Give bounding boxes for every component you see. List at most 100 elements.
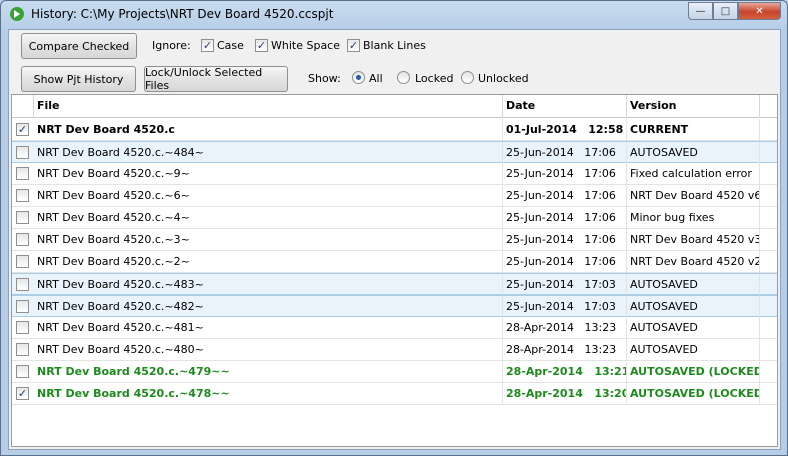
row-date: 28-Apr-2014 13:20 [503,383,627,404]
history-table[interactable]: File Date Version ✓ NRT Dev Board 4520.c 0… [11,94,778,447]
app-icon [10,7,24,21]
row-file: NRT Dev Board 4520.c.~479~~ [34,361,503,382]
row-checkbox[interactable] [16,343,29,356]
table-row[interactable]: NRT Dev Board 4520.c.~483~ 25-Jun-2014 17… [12,273,777,295]
show-all-radio[interactable] [352,71,365,84]
compare-checked-label: Compare Checked [28,39,130,53]
row-file: NRT Dev Board 4520.c [34,119,503,140]
row-date: 28-Apr-2014 13:21 [503,361,627,382]
table-row[interactable]: NRT Dev Board 4520.c.~479~~ 28-Apr-2014 1… [12,361,777,383]
row-date: 25-Jun-2014 17:06 [503,207,627,228]
maximize-icon: □ [720,5,731,17]
row-version: AUTOSAVED [627,317,760,338]
close-icon: ✕ [755,5,764,17]
table-row[interactable]: NRT Dev Board 4520.c.~2~ 25-Jun-2014 17:0… [12,251,777,273]
lock-unlock-button[interactable]: Lock/Unlock Selected Files [144,66,288,92]
header-date[interactable]: Date [503,95,627,118]
maximize-button[interactable]: □ [713,2,738,20]
row-checkbox[interactable]: ✓ [16,387,29,400]
row-checkbox[interactable] [16,321,29,334]
row-version: AUTOSAVED [627,274,760,295]
show-unlocked-label: Unlocked [478,72,529,85]
row-checkbox[interactable] [16,300,29,313]
table-row[interactable]: NRT Dev Board 4520.c.~4~ 25-Jun-2014 17:0… [12,207,777,229]
row-file: NRT Dev Board 4520.c.~484~ [34,142,503,163]
show-all-label: All [369,72,383,85]
header-check-column [12,95,34,118]
table-row[interactable]: NRT Dev Board 4520.c.~480~ 28-Apr-2014 13… [12,339,777,361]
table-row[interactable]: NRT Dev Board 4520.c.~9~ 25-Jun-2014 17:0… [12,163,777,185]
row-file: NRT Dev Board 4520.c.~9~ [34,163,503,184]
table-row[interactable]: NRT Dev Board 4520.c.~482~ 25-Jun-2014 17… [12,295,777,317]
table-row[interactable]: ✓ NRT Dev Board 4520.c.~478~~ 28-Apr-2014 … [12,383,777,405]
minimize-button[interactable]: — [688,2,713,20]
row-date: 25-Jun-2014 17:06 [503,229,627,250]
row-file: NRT Dev Board 4520.c.~4~ [34,207,503,228]
row-checkbox[interactable] [16,278,29,291]
row-version: NRT Dev Board 4520 v2 [627,251,760,272]
row-version: AUTOSAVED (LOCKED) [627,361,760,382]
ignore-label: Ignore: [152,39,191,52]
row-file: NRT Dev Board 4520.c.~478~~ [34,383,503,404]
row-version: NRT Dev Board 4520 v3 [627,229,760,250]
row-version: AUTOSAVED [627,339,760,360]
whitespace-checkbox[interactable]: ✓ [255,39,268,52]
row-file: NRT Dev Board 4520.c.~483~ [34,274,503,295]
row-date: 25-Jun-2014 17:03 [503,296,627,317]
row-checkbox[interactable] [16,233,29,246]
row-file: NRT Dev Board 4520.c.~480~ [34,339,503,360]
show-pjt-history-label: Show Pjt History [33,72,124,86]
row-version: AUTOSAVED (LOCKED) [627,383,760,404]
table-row[interactable]: NRT Dev Board 4520.c.~484~ 25-Jun-2014 17… [12,141,777,163]
row-checkbox[interactable] [16,211,29,224]
row-file: NRT Dev Board 4520.c.~3~ [34,229,503,250]
row-version: Minor bug fixes [627,207,760,228]
row-date: 25-Jun-2014 17:06 [503,185,627,206]
row-checkbox[interactable] [16,365,29,378]
row-file: NRT Dev Board 4520.c.~482~ [34,296,503,317]
row-checkbox[interactable] [16,255,29,268]
row-file: NRT Dev Board 4520.c.~6~ [34,185,503,206]
table-row[interactable]: NRT Dev Board 4520.c.~481~ 28-Apr-2014 13… [12,317,777,339]
row-version: AUTOSAVED [627,296,760,317]
table-row[interactable]: NRT Dev Board 4520.c.~3~ 25-Jun-2014 17:0… [12,229,777,251]
blanklines-label: Blank Lines [363,39,426,52]
row-date: 01-Jul-2014 12:58 [503,119,627,140]
title-bar[interactable]: History: C:\My Projects\NRT Dev Board 45… [1,1,787,27]
row-date: 28-Apr-2014 13:23 [503,317,627,338]
table-header: File Date Version [12,95,777,118]
show-locked-label: Locked [415,72,454,85]
row-date: 25-Jun-2014 17:06 [503,142,627,163]
show-unlocked-radio[interactable] [461,71,474,84]
lock-unlock-label: Lock/Unlock Selected Files [145,66,263,92]
row-checkbox[interactable] [16,189,29,202]
client-area: Compare Checked Ignore: ✓ Case ✓ White S… [8,29,781,450]
row-date: 25-Jun-2014 17:03 [503,274,627,295]
table-row[interactable]: NRT Dev Board 4520.c.~6~ 25-Jun-2014 17:0… [12,185,777,207]
row-version: CURRENT [627,119,760,140]
window-title: History: C:\My Projects\NRT Dev Board 45… [31,7,334,21]
row-version: AUTOSAVED [627,142,760,163]
blanklines-checkbox[interactable]: ✓ [347,39,360,52]
row-checkbox[interactable] [16,146,29,159]
row-checkbox[interactable]: ✓ [16,123,29,136]
show-pjt-history-button[interactable]: Show Pjt History [21,66,136,92]
row-checkbox[interactable] [16,167,29,180]
history-window: History: C:\My Projects\NRT Dev Board 45… [0,0,788,456]
header-version[interactable]: Version [627,95,760,118]
close-button[interactable]: ✕ [738,2,781,20]
case-checkbox[interactable]: ✓ [201,39,214,52]
compare-checked-button[interactable]: Compare Checked [21,33,137,59]
row-date: 25-Jun-2014 17:06 [503,163,627,184]
whitespace-label: White Space [271,39,341,52]
row-file: NRT Dev Board 4520.c.~2~ [34,251,503,272]
row-version: Fixed calculation error [627,163,760,184]
row-date: 25-Jun-2014 17:06 [503,251,627,272]
case-label: Case [217,39,244,52]
table-row[interactable]: ✓ NRT Dev Board 4520.c 01-Jul-2014 12:58 CU… [12,119,777,141]
minimize-icon: — [695,5,706,17]
header-file[interactable]: File [34,95,503,118]
row-version: NRT Dev Board 4520 v6 [627,185,760,206]
show-label: Show: [308,72,341,85]
show-locked-radio[interactable] [397,71,410,84]
